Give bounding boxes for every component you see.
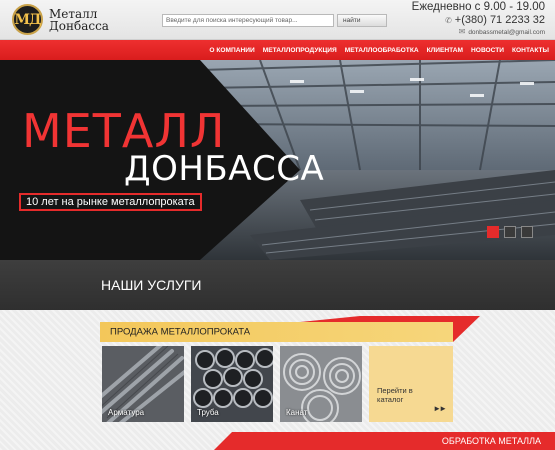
catalog-link-card[interactable]: Перейти в каталог ►►: [369, 346, 453, 422]
section-red-accents: [100, 316, 555, 450]
product-card-pipe[interactable]: Труба: [191, 346, 273, 422]
section-title-processing: ОБРАБОТКА МЕТАЛЛА: [441, 436, 541, 446]
card-label-cable: Канат: [286, 408, 308, 417]
product-card-rebar[interactable]: Арматура: [102, 346, 184, 422]
double-arrow-icon: ►►: [433, 404, 447, 413]
section-title-sales: ПРОДАЖА МЕТАЛЛОПРОКАТА: [110, 326, 251, 338]
card-label-pipe: Труба: [197, 408, 219, 417]
catalog-link-text: Перейти в каталог: [377, 386, 413, 404]
product-card-cable[interactable]: Канат: [280, 346, 362, 422]
card-label-rebar: Арматура: [108, 408, 145, 417]
